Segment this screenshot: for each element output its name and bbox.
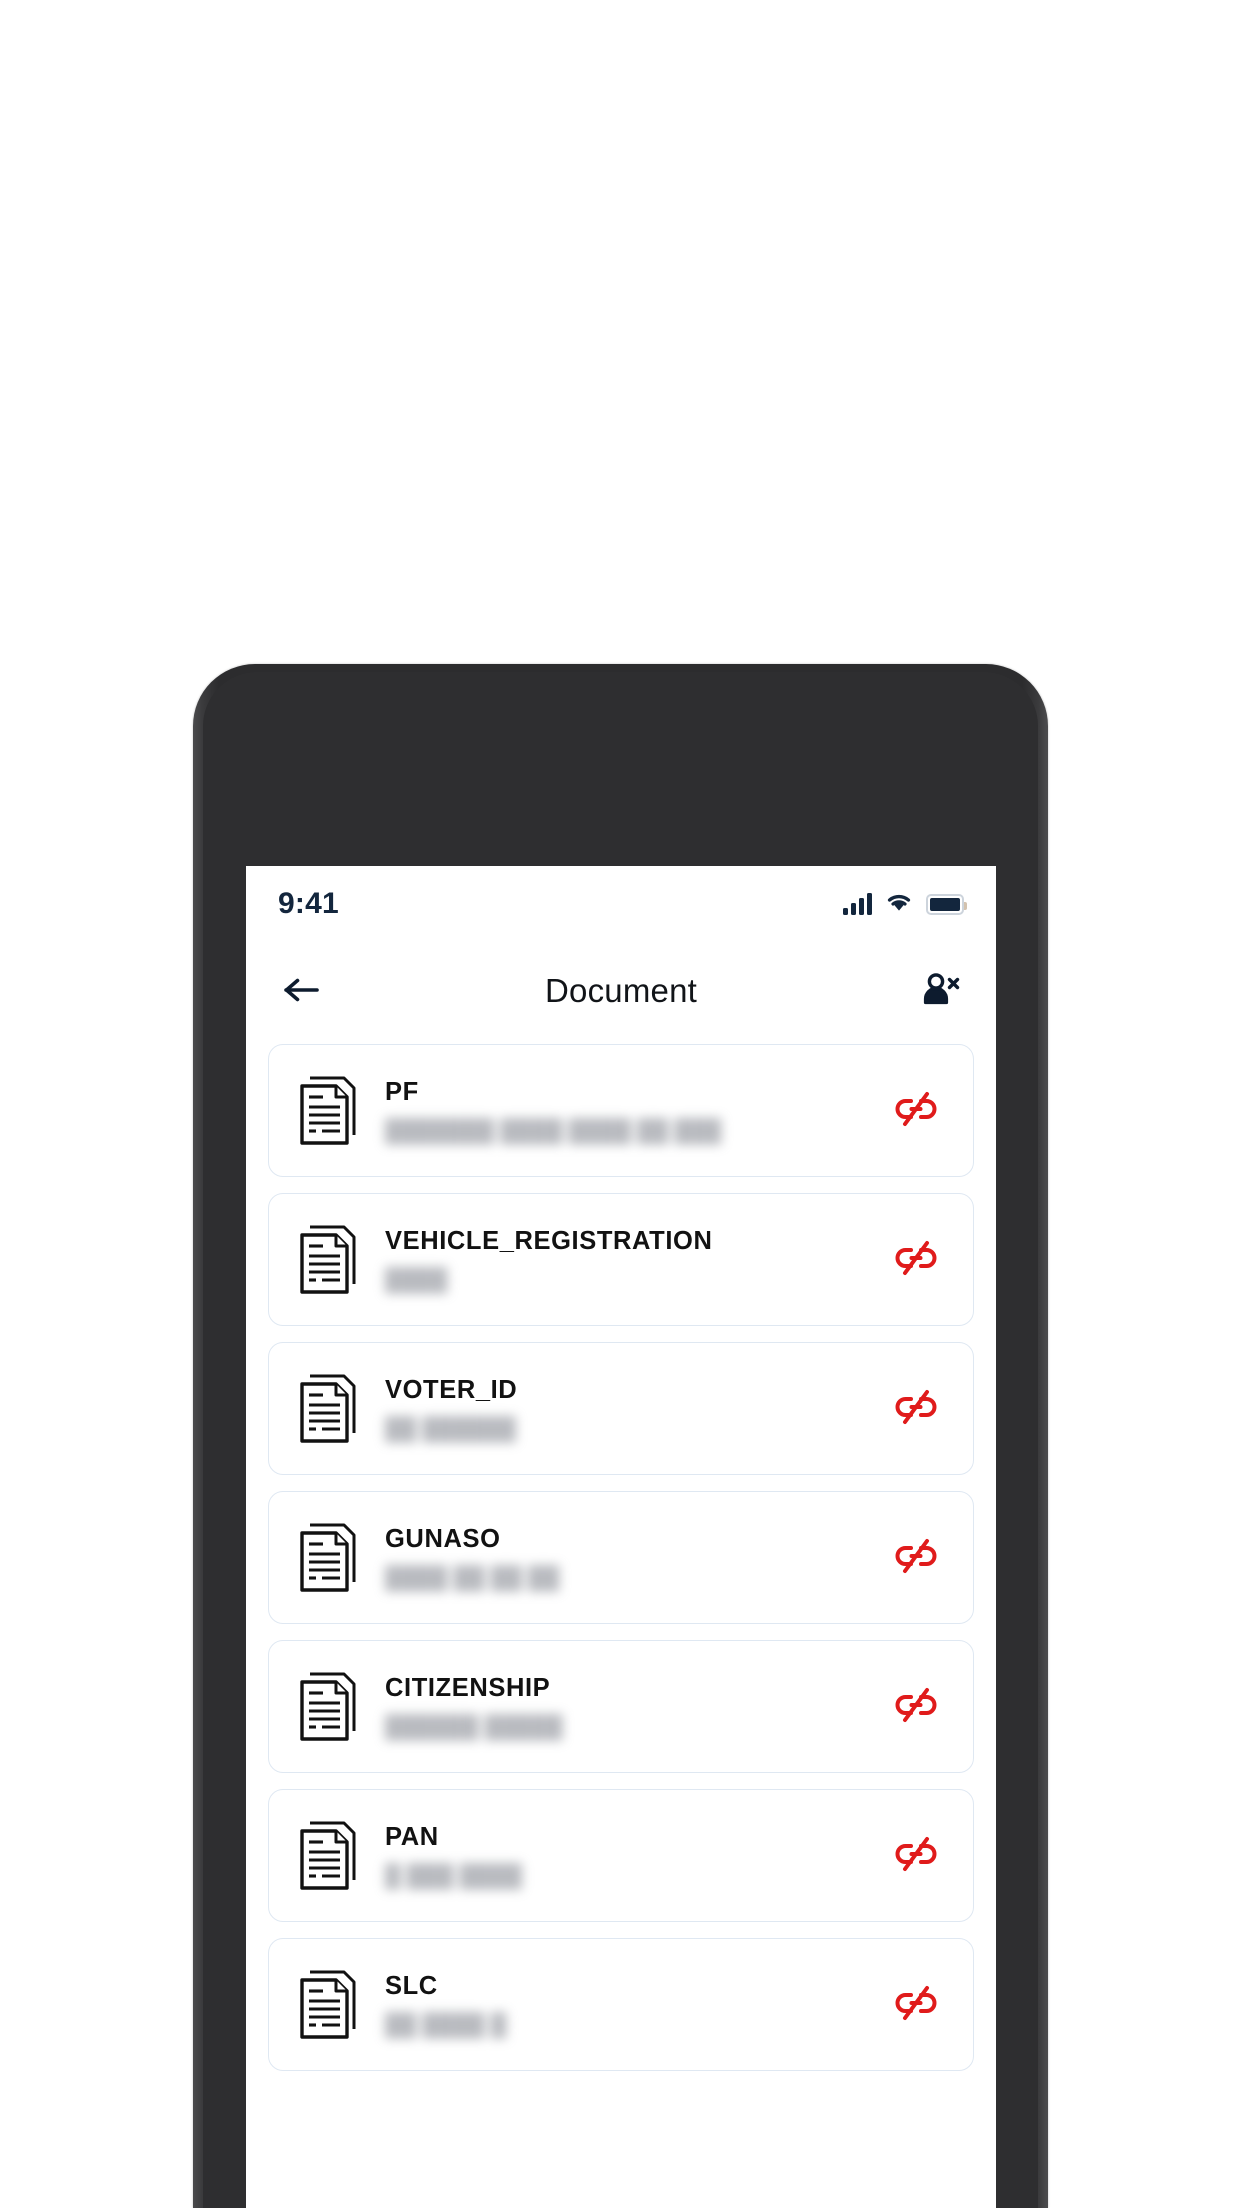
document-detail: ████ ██ ██ ██	[385, 1564, 560, 1590]
unlink-icon	[892, 1834, 940, 1877]
document-name: CITIZENSHIP	[385, 1673, 551, 1702]
document-info: PF ███████ ████ ████ ██ ███	[367, 1078, 885, 1143]
document-detail: ██ ████ █	[385, 2011, 507, 2037]
document-card[interactable]: CITIZENSHIP ██████ █████	[268, 1640, 974, 1773]
document-card[interactable]: PF ███████ ████ ████ ██ ███	[268, 1044, 974, 1177]
back-button[interactable]	[274, 963, 330, 1019]
document-info: CITIZENSHIP ██████ █████	[367, 1674, 885, 1739]
document-info: VEHICLE_REGISTRATION ████	[367, 1227, 885, 1292]
document-info: PAN █ ███ ████	[367, 1823, 885, 1888]
document-card[interactable]: PAN █ ███ ████	[268, 1789, 974, 1922]
user-remove-icon	[919, 969, 961, 1014]
unlink-button[interactable]	[885, 1378, 947, 1440]
wifi-icon	[885, 891, 913, 918]
cellular-signal-icon	[843, 893, 872, 915]
document-name: PF	[385, 1077, 419, 1106]
unlink-button[interactable]	[885, 1974, 947, 2036]
unlink-icon	[892, 1685, 940, 1728]
unlink-button[interactable]	[885, 1676, 947, 1738]
document-detail: ██████ █████	[385, 1713, 563, 1739]
unlink-button[interactable]	[885, 1080, 947, 1142]
document-name: GUNASO	[385, 1524, 501, 1553]
document-info: SLC ██ ████ █	[367, 1972, 885, 2037]
document-detail: █ ███ ████	[385, 1862, 522, 1888]
status-bar: 9:41	[246, 866, 996, 942]
battery-full-icon	[926, 893, 967, 915]
unlink-button[interactable]	[885, 1229, 947, 1291]
document-icon	[291, 1068, 367, 1154]
document-card[interactable]: VOTER_ID ██ ██████	[268, 1342, 974, 1475]
unlink-button[interactable]	[885, 1527, 947, 1589]
screenshot-canvas: 9:41 Document PF ███████ ████ ████ ██ ██…	[0, 0, 1242, 2208]
document-info: GUNASO ████ ██ ██ ██	[367, 1525, 885, 1590]
phone-screen: 9:41 Document PF ███████ ████ ████ ██ ██…	[246, 866, 996, 2208]
document-icon	[291, 1664, 367, 1750]
unlink-button[interactable]	[885, 1825, 947, 1887]
document-detail: ████	[385, 1266, 448, 1292]
unlink-icon	[892, 1983, 940, 2026]
document-card[interactable]: VEHICLE_REGISTRATION ████	[268, 1193, 974, 1326]
unlink-icon	[892, 1089, 940, 1132]
unlink-icon	[892, 1536, 940, 1579]
document-icon	[291, 1962, 367, 2048]
status-bar-icons	[843, 891, 967, 918]
document-card[interactable]: GUNASO ████ ██ ██ ██	[268, 1491, 974, 1624]
document-card[interactable]: SLC ██ ████ █	[268, 1938, 974, 2071]
arrow-left-icon	[283, 974, 321, 1009]
document-detail: ██ ██████	[385, 1415, 516, 1441]
document-icon	[291, 1813, 367, 1899]
remove-user-button[interactable]	[912, 963, 968, 1019]
app-header: Document	[246, 942, 996, 1040]
unlink-icon	[892, 1238, 940, 1281]
unlink-icon	[892, 1387, 940, 1430]
document-name: VEHICLE_REGISTRATION	[385, 1226, 713, 1255]
status-bar-time: 9:41	[278, 887, 339, 920]
document-list: PF ███████ ████ ████ ██ ███ VEHICLE_REGI…	[246, 1040, 996, 2071]
document-icon	[291, 1217, 367, 1303]
document-name: VOTER_ID	[385, 1375, 518, 1404]
document-name: SLC	[385, 1971, 438, 2000]
document-icon	[291, 1515, 367, 1601]
document-info: VOTER_ID ██ ██████	[367, 1376, 885, 1441]
document-name: PAN	[385, 1822, 439, 1851]
document-detail: ███████ ████ ████ ██ ███	[385, 1117, 722, 1143]
document-icon	[291, 1366, 367, 1452]
page-title: Document	[544, 972, 697, 1009]
